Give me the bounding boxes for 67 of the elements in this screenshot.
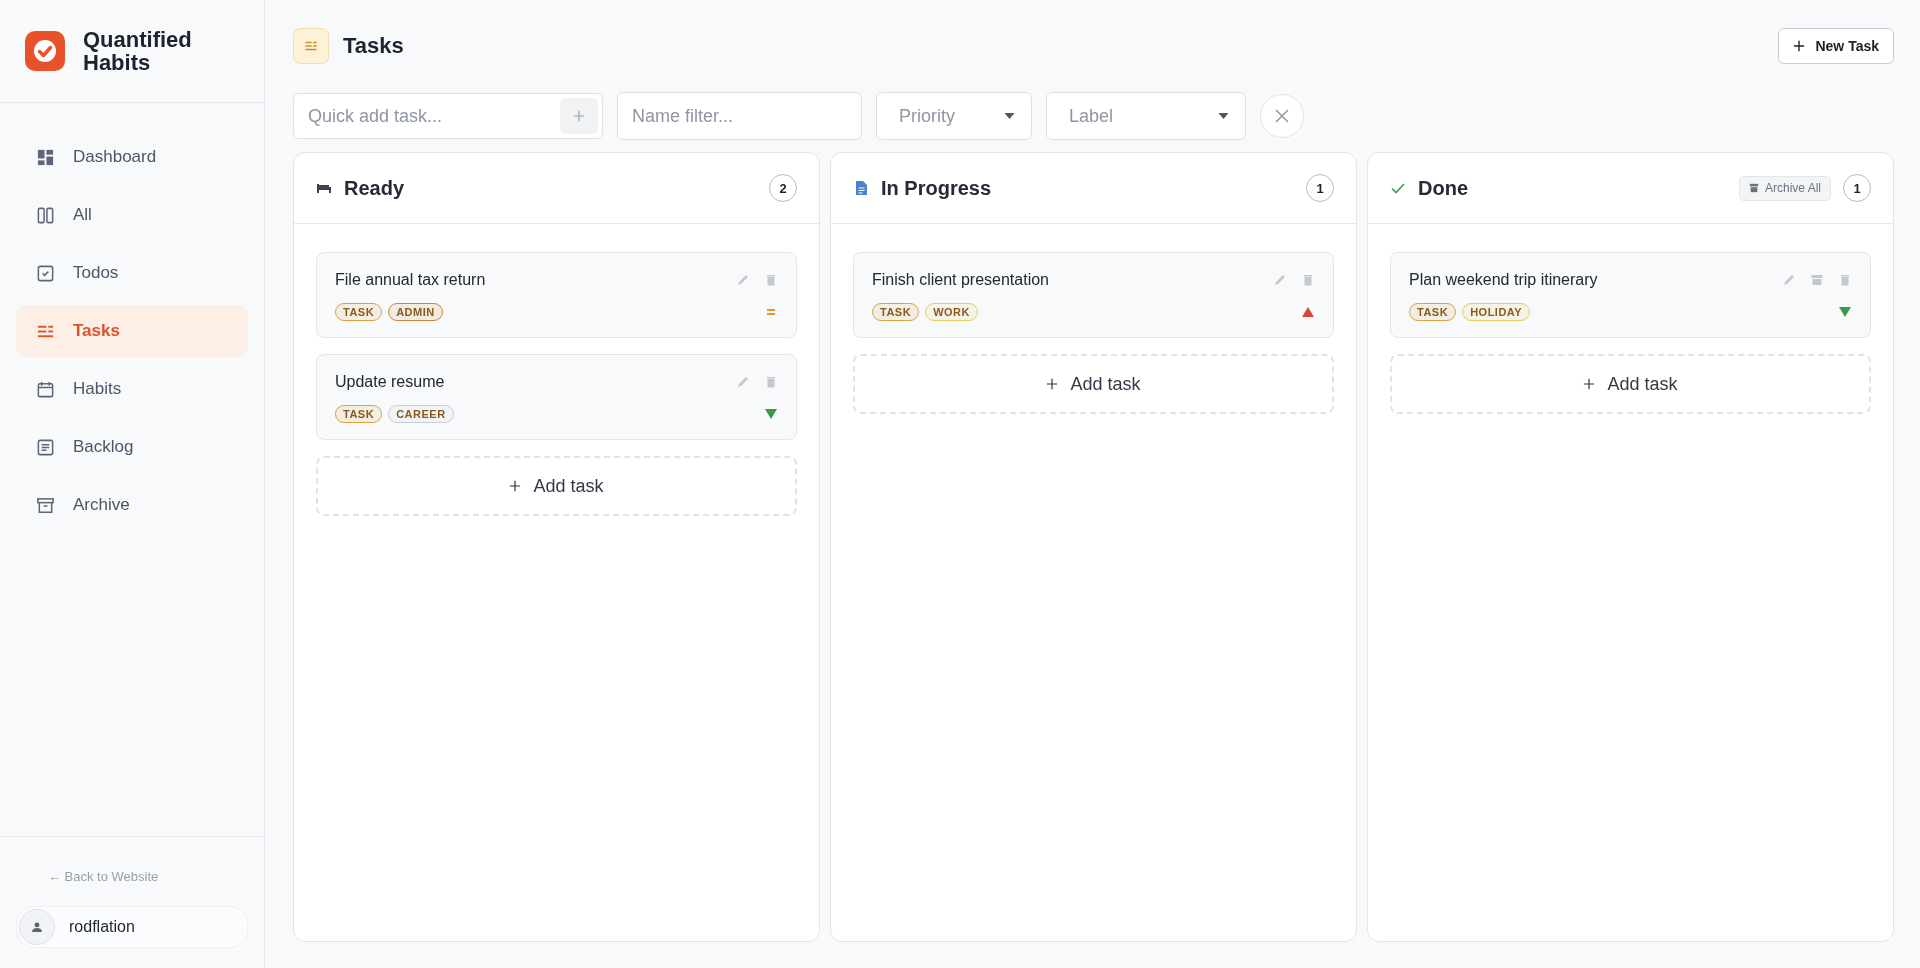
plus-icon — [573, 110, 585, 122]
plus-icon — [509, 480, 522, 492]
edit-icon[interactable] — [1782, 273, 1796, 287]
columns-icon — [36, 205, 55, 225]
username: rodflation — [69, 918, 135, 936]
tag: WORK — [925, 303, 978, 321]
list-icon — [293, 28, 329, 64]
archive-icon — [1748, 183, 1759, 193]
name-filter-field[interactable]: Name filter... — [617, 92, 862, 140]
edit-icon[interactable] — [1273, 273, 1287, 287]
add-task-button[interactable]: Add task — [316, 456, 797, 516]
sidebar-item[interactable]: Dashboard — [16, 131, 248, 183]
sidebar-item[interactable]: Backlog — [16, 421, 248, 473]
delete-icon[interactable] — [764, 375, 778, 389]
dashboard-icon — [36, 147, 55, 167]
caret-icon — [1004, 113, 1015, 119]
page-title: Tasks — [343, 33, 404, 59]
task-card[interactable]: Update resume TASK CAREER — [316, 354, 797, 440]
document-icon — [36, 437, 55, 457]
task-title: Finish client presentation — [872, 271, 1050, 289]
document-icon — [853, 180, 869, 196]
close-icon — [1274, 108, 1290, 124]
add-task-button[interactable]: Add task — [853, 354, 1334, 414]
quick-add-field[interactable]: Quick add task... — [293, 93, 603, 139]
task-title: Update resume — [335, 373, 446, 391]
add-button[interactable] — [560, 98, 598, 134]
tag: TASK — [335, 405, 383, 423]
checkbox-icon — [36, 263, 55, 283]
tag: TASK — [1409, 303, 1457, 321]
sidebar-item[interactable]: Archive — [16, 479, 248, 531]
column-title: In Progress — [881, 176, 993, 200]
add-task-button[interactable]: Add task — [1390, 354, 1871, 414]
task-card[interactable]: Finish client presentation TASK WORK — [853, 252, 1334, 338]
plus-icon — [1583, 378, 1596, 390]
sidebar-item[interactable]: Habits — [16, 363, 248, 415]
task-card[interactable]: File annual tax return TASK ADMIN — [316, 252, 797, 338]
tag: TASK — [872, 303, 920, 321]
edit-icon[interactable] — [736, 375, 750, 389]
edit-icon[interactable] — [736, 273, 750, 287]
avatar-icon — [19, 909, 55, 945]
logo-icon — [25, 31, 65, 71]
column-title: Done — [1418, 176, 1469, 200]
delete-icon[interactable] — [1301, 273, 1315, 287]
task-title: File annual tax return — [335, 271, 487, 289]
calendar-icon — [36, 379, 55, 399]
archive-icon — [36, 495, 55, 515]
tag: TASK — [335, 303, 383, 321]
sidebar-item[interactable]: Todos — [16, 247, 248, 299]
tag: CAREER — [388, 405, 454, 423]
clear-filters-button[interactable] — [1260, 94, 1304, 138]
tag: ADMIN — [388, 303, 443, 321]
sidebar-item[interactable]: All — [16, 189, 248, 241]
task-card[interactable]: Plan weekend trip itinerary TASK HOLIDAY — [1390, 252, 1871, 338]
plus-icon — [1046, 378, 1059, 390]
task-title: Plan weekend trip itinerary — [1409, 271, 1599, 289]
archive-icon[interactable] — [1810, 273, 1824, 287]
delete-icon[interactable] — [1838, 273, 1852, 287]
column-title: Ready — [344, 176, 406, 200]
user-chip[interactable]: rodflation — [16, 906, 248, 948]
tag: HOLIDAY — [1462, 303, 1531, 321]
app-name: Quantified Habits — [83, 27, 193, 75]
delete-icon[interactable] — [764, 273, 778, 287]
caret-icon — [1218, 113, 1229, 119]
archive-all-button[interactable]: Archive All — [1738, 175, 1831, 201]
sidebar-item[interactable]: Tasks — [16, 305, 248, 357]
new-task-button[interactable]: New Task — [1778, 28, 1894, 64]
plus-icon — [1793, 40, 1806, 52]
